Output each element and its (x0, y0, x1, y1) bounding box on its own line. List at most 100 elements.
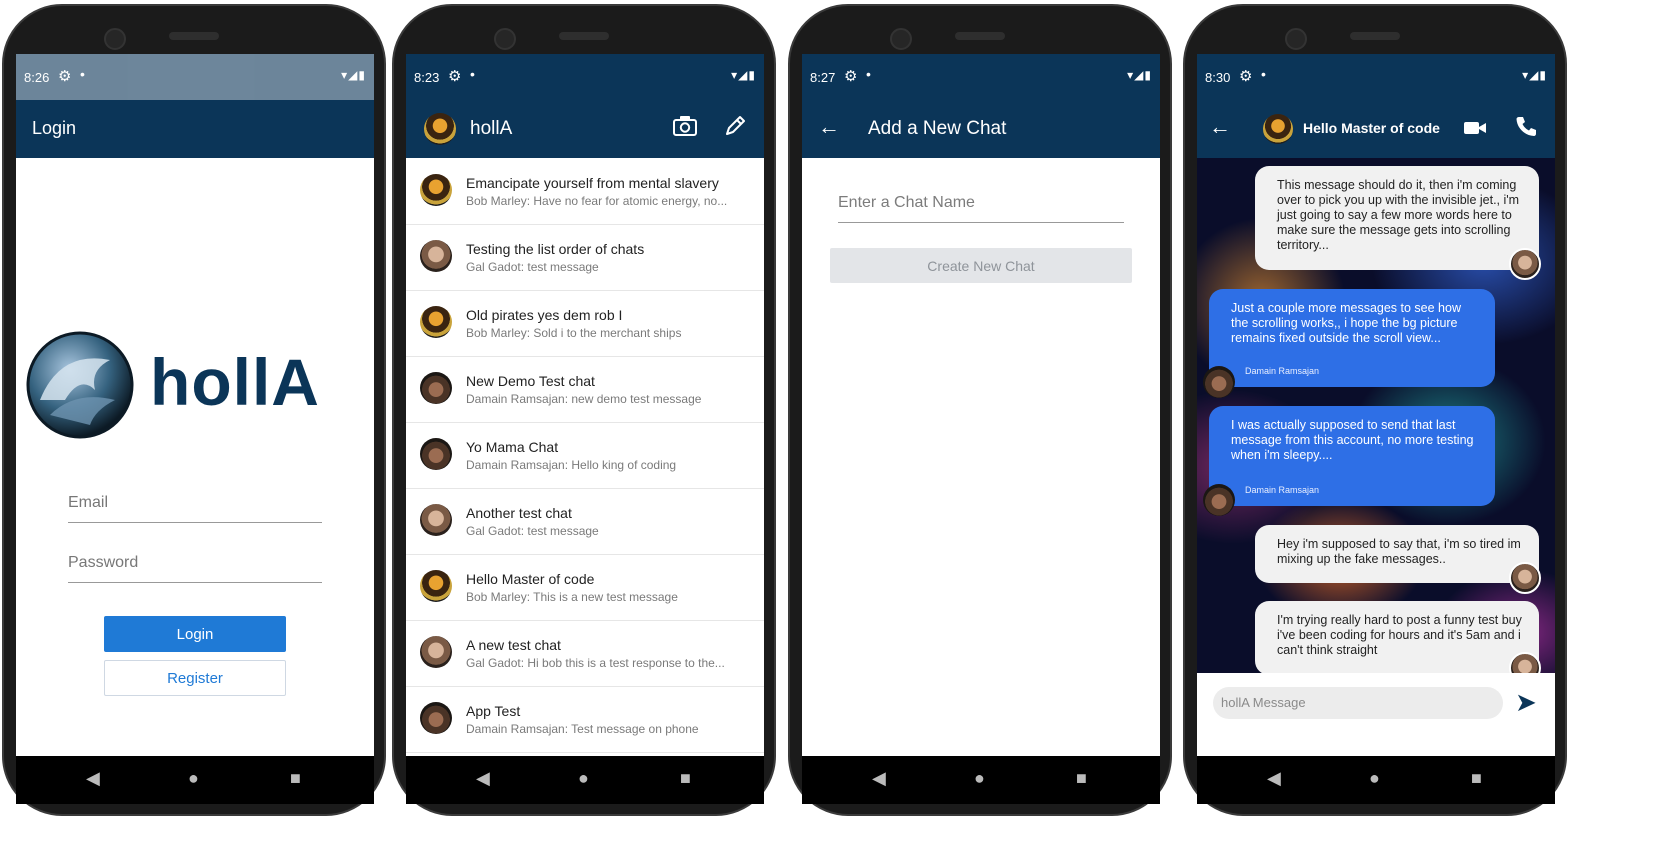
status-bar: 8:23 ⚙ • ▾◢▮ (406, 54, 764, 100)
speaker-grille (169, 32, 219, 40)
status-time: 8:26 (24, 70, 50, 85)
message-bubble-incoming: I'm trying really hard to post a funny t… (1255, 601, 1539, 675)
message-input[interactable]: hollA Message (1213, 687, 1503, 719)
chat-preview: Gal Gadot: Hi bob this is a test respons… (466, 656, 725, 670)
signal-icon: ▾◢▮ (341, 68, 366, 82)
front-camera (494, 28, 516, 50)
signal-icon: ▾◢▮ (731, 68, 756, 82)
app-bar: Login (16, 100, 374, 158)
chat-preview: Bob Marley: This is a new test message (466, 590, 678, 604)
back-triangle-icon[interactable]: ◀ (476, 768, 490, 789)
create-new-chat-button[interactable]: Create New Chat (830, 248, 1132, 283)
front-camera (104, 28, 126, 50)
message-sender: Damain Ramsajan (1245, 366, 1320, 376)
avatar (1203, 484, 1235, 516)
list-item[interactable]: Yo Mama Chat Damain Ramsajan: Hello king… (406, 422, 764, 489)
holla-logo: hollA (20, 330, 370, 440)
conversation-screen: 8:30 ⚙ • ▾◢▮ ← Hello Master of code This… (1197, 54, 1555, 756)
avatar (420, 306, 452, 338)
message-text: This message should do it, then i'm comi… (1277, 178, 1520, 252)
speaker-grille (955, 32, 1005, 40)
list-item[interactable]: Emancipate yourself from mental slavery … (406, 158, 764, 225)
dot-icon: • (470, 66, 475, 82)
recents-square-icon[interactable]: ■ (1076, 768, 1087, 789)
message-bubble-outgoing: I was actually supposed to send that las… (1209, 406, 1495, 506)
avatar (1509, 248, 1541, 280)
avatar (420, 438, 452, 470)
page-title: hollA (470, 118, 513, 139)
app-bar: ← Add a New Chat (802, 100, 1160, 158)
list-item[interactable]: Hello Master of code Bob Marley: This is… (406, 554, 764, 621)
message-text: I was actually supposed to send that las… (1231, 418, 1474, 462)
list-item[interactable]: Testing the list order of chats Gal Gado… (406, 224, 764, 291)
list-item[interactable]: App Test Damain Ramsajan: Test message o… (406, 686, 764, 753)
video-call-icon[interactable] (1463, 119, 1487, 142)
chat-preview: Bob Marley: Have no fear for atomic ener… (466, 194, 728, 208)
chat-name-field[interactable]: Enter a Chat Name (838, 194, 1124, 223)
list-item[interactable]: Old pirates yes dem rob I Bob Marley: So… (406, 290, 764, 357)
page-title: Login (32, 118, 77, 138)
back-arrow-icon[interactable]: ← (1209, 114, 1231, 140)
page-title: Add a New Chat (868, 118, 1007, 139)
chat-preview: Damain Ramsajan: new demo test message (466, 392, 702, 406)
gear-icon: ⚙ (448, 68, 462, 85)
chat-name: Hello Master of code (466, 571, 595, 587)
camera-icon[interactable] (672, 114, 698, 143)
message-composer: hollA Message ➤ (1197, 673, 1555, 756)
home-circle-icon[interactable]: ● (578, 768, 589, 789)
chat-name: New Demo Test chat (466, 373, 595, 389)
back-arrow-icon[interactable]: ← (818, 114, 840, 140)
phone-call-icon[interactable] (1515, 115, 1537, 142)
home-circle-icon[interactable]: ● (188, 768, 199, 789)
home-circle-icon[interactable]: ● (1369, 768, 1380, 789)
recents-square-icon[interactable]: ■ (1471, 768, 1482, 789)
signal-icon: ▾◢▮ (1522, 68, 1547, 82)
user-avatar[interactable] (424, 113, 456, 145)
back-triangle-icon[interactable]: ◀ (1267, 768, 1281, 789)
phone-conversation: 8:30 ⚙ • ▾◢▮ ← Hello Master of code This… (1183, 4, 1567, 816)
dot-icon: • (80, 66, 85, 82)
gear-icon: ⚙ (58, 68, 72, 85)
chat-preview: Bob Marley: Sold i to the merchant ships (466, 326, 682, 340)
avatar (420, 636, 452, 668)
message-sender: Damain Ramsajan (1245, 485, 1320, 495)
status-time: 8:30 (1205, 70, 1231, 85)
chat-preview: Damain Ramsajan: Hello king of coding (466, 458, 677, 472)
signal-icon: ▾◢▮ (1127, 68, 1152, 82)
recents-square-icon[interactable]: ■ (680, 768, 691, 789)
status-time: 8:23 (414, 70, 440, 85)
home-circle-icon[interactable]: ● (974, 768, 985, 789)
back-triangle-icon[interactable]: ◀ (872, 768, 886, 789)
chat-background-image: This message should do it, then i'm comi… (1197, 158, 1555, 684)
login-button[interactable]: Login (104, 616, 286, 652)
chat-list: Emancipate yourself from mental slavery … (406, 158, 764, 756)
list-item[interactable]: New Demo Test chat Damain Ramsajan: new … (406, 356, 764, 423)
send-icon[interactable]: ➤ (1515, 687, 1537, 718)
list-item[interactable]: A new test chat Gal Gadot: Hi bob this i… (406, 620, 764, 687)
list-item[interactable]: Another test chat Gal Gadot: test messag… (406, 488, 764, 555)
logo-text: hollA (150, 345, 320, 419)
login-screen: 8:26 ⚙ • ▾◢▮ Login hollA Email Password … (16, 54, 374, 756)
dot-icon: • (1261, 66, 1266, 82)
message-text: Just a couple more messages to see how t… (1231, 301, 1461, 345)
back-triangle-icon[interactable]: ◀ (86, 768, 100, 789)
gear-icon: ⚙ (844, 68, 858, 85)
email-field[interactable]: Email (68, 494, 322, 523)
chat-preview: Damain Ramsajan: Test message on phone (466, 722, 699, 736)
chat-name: App Test (466, 703, 521, 719)
compose-pencil-icon[interactable] (722, 113, 748, 144)
message-text: I'm trying really hard to post a funny t… (1277, 613, 1522, 657)
recents-square-icon[interactable]: ■ (290, 768, 301, 789)
password-field[interactable]: Password (68, 554, 322, 583)
system-nav-bar: ◀ ● ■ (16, 756, 374, 804)
system-nav-bar: ◀ ● ■ (802, 756, 1160, 804)
system-nav-bar: ◀ ● ■ (1197, 756, 1555, 804)
status-bar: 8:30 ⚙ • ▾◢▮ (1197, 54, 1555, 100)
password-placeholder: Password (68, 554, 139, 571)
avatar (420, 504, 452, 536)
avatar (420, 570, 452, 602)
app-bar: hollA (406, 100, 764, 158)
register-button[interactable]: Register (104, 660, 286, 696)
avatar (420, 240, 452, 272)
message-bubble-incoming: Hey i'm supposed to say that, i'm so tir… (1255, 525, 1539, 583)
